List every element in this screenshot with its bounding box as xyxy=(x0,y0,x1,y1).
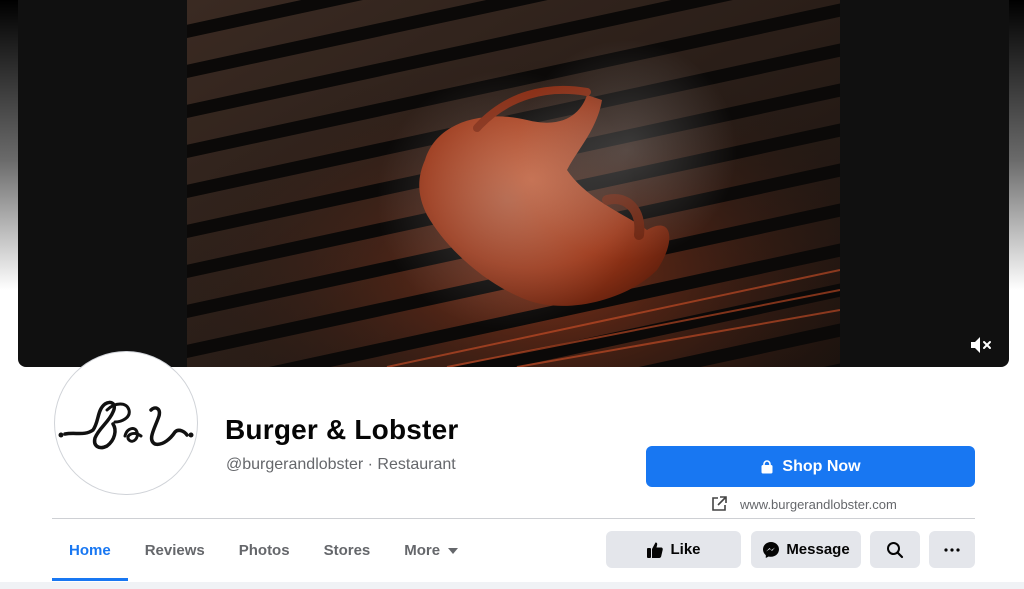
profile-avatar[interactable] xyxy=(55,352,197,494)
tab-photos-label: Photos xyxy=(238,542,290,559)
tab-stores[interactable]: Stores xyxy=(307,520,388,581)
website-link[interactable]: www.burgerandlobster.com xyxy=(710,494,897,514)
video-frame xyxy=(140,0,894,367)
header-divider xyxy=(52,518,975,519)
caret-down-icon xyxy=(448,547,459,554)
page-title: Burger & Lobster xyxy=(225,414,459,445)
messenger-icon xyxy=(763,541,780,558)
tab-home-label: Home xyxy=(69,542,111,559)
tab-more-label: More xyxy=(404,542,441,559)
tab-home[interactable]: Home xyxy=(52,520,128,581)
external-link-icon xyxy=(712,496,727,511)
search-button[interactable] xyxy=(870,531,920,568)
tab-more[interactable]: More xyxy=(387,520,475,581)
website-url[interactable]: www.burgerandlobster.com xyxy=(740,497,897,512)
tab-reviews-label: Reviews xyxy=(144,542,205,559)
like-label: Like xyxy=(670,541,701,558)
shop-now-button[interactable]: Shop Now xyxy=(646,446,975,487)
mute-icon[interactable] xyxy=(969,335,993,355)
like-button[interactable]: Like xyxy=(606,531,741,568)
message-label: Message xyxy=(786,541,850,558)
brand-logo xyxy=(58,400,194,450)
thumbs-up-icon xyxy=(647,542,664,558)
message-button[interactable]: Message xyxy=(751,531,861,568)
section-separator xyxy=(0,582,1024,589)
shopping-bag-icon xyxy=(761,459,773,473)
cover-video[interactable] xyxy=(18,0,1009,367)
more-icon xyxy=(944,547,960,552)
tab-photos[interactable]: Photos xyxy=(222,520,307,581)
tab-reviews[interactable]: Reviews xyxy=(128,520,222,581)
page-tabs: Home Reviews Photos Stores More xyxy=(52,520,475,581)
more-options-button[interactable] xyxy=(929,531,975,568)
lobster-grill-video[interactable] xyxy=(140,0,894,367)
page-handle-category: @burgerandlobster · Restaurant xyxy=(226,456,456,473)
shop-now-label: Shop Now xyxy=(782,457,861,475)
tab-stores-label: Stores xyxy=(323,542,371,559)
search-icon xyxy=(887,541,904,558)
